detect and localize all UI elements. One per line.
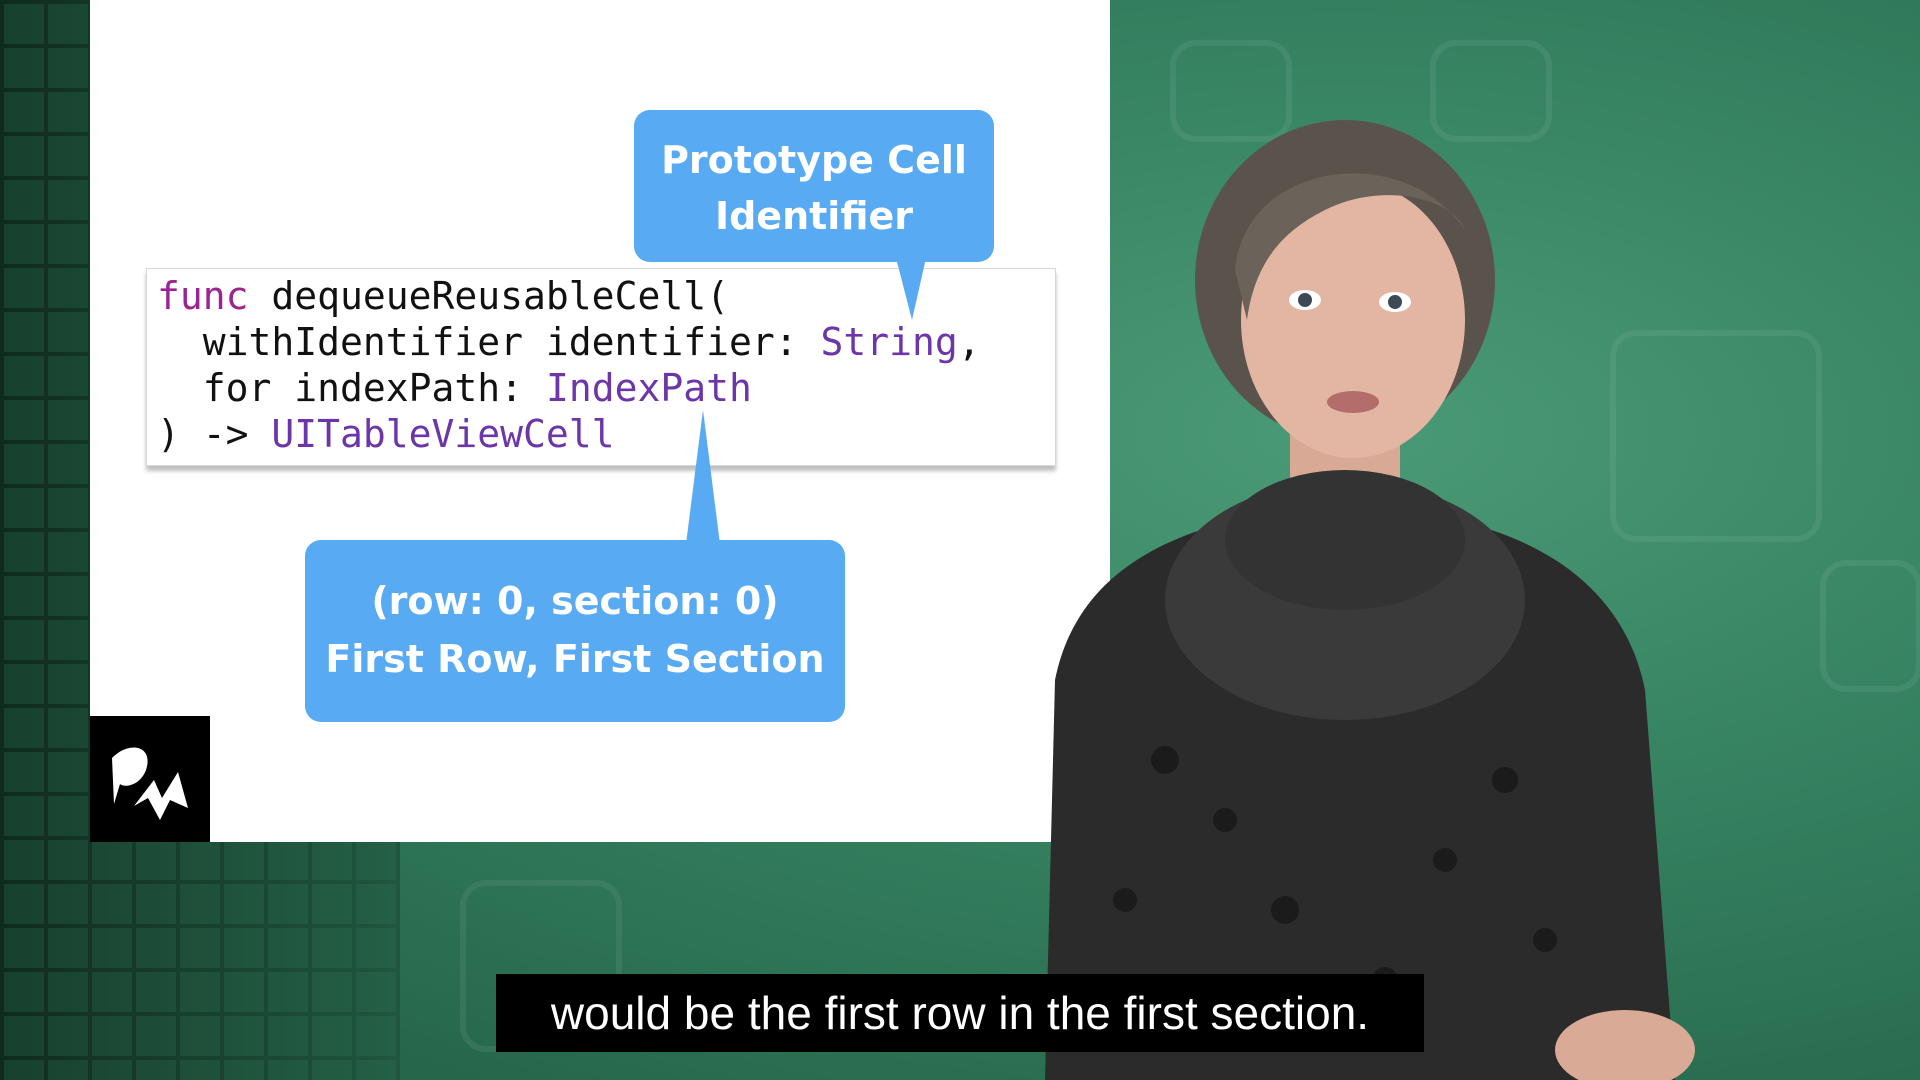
identifier-callout-line-1: Prototype Cell <box>661 138 967 182</box>
indexpath-callout-pointer <box>686 410 720 544</box>
type-indexpath: IndexPath <box>545 366 752 410</box>
type-string: String <box>820 320 958 364</box>
identifier-callout: Prototype Cell Identifier <box>634 110 994 262</box>
subtitle-caption: would be the first row in the first sect… <box>496 974 1424 1052</box>
code-line-1: func dequeueReusableCell( <box>157 274 729 318</box>
indexpath-callout-line-1: (row: 0, section: 0) <box>371 579 779 623</box>
presenter-image <box>1045 120 1695 1080</box>
indexpath-callout-line-2: First Row, First Section <box>325 637 825 681</box>
type-uitableviewcell: UITableViewCell <box>271 412 615 456</box>
identifier-callout-pointer <box>896 258 926 320</box>
indexpath-callout: (row: 0, section: 0) First Row, First Se… <box>305 540 845 722</box>
code-line-2: withIdentifier identifier: String, <box>157 320 981 364</box>
code-line-3: for indexPath: IndexPath <box>157 366 752 410</box>
code-line-4: ) -> UITableViewCell <box>157 412 615 456</box>
keyword-func: func <box>157 274 249 318</box>
rw-logo <box>90 716 210 842</box>
background-app-icon <box>1820 560 1920 692</box>
identifier-callout-line-2: Identifier <box>714 194 914 238</box>
